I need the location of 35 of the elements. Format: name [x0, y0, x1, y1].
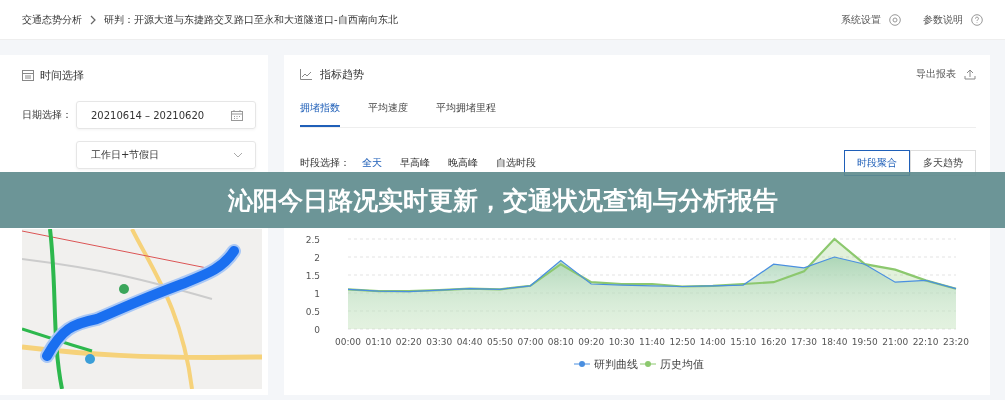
axis-tick-label: 12:50 [669, 337, 696, 347]
axis-tick-label: 19:50 [851, 337, 878, 347]
legend-label: 历史均值 [660, 358, 704, 371]
axis-tick-label: 00:00 [335, 337, 361, 347]
axis-tick-label: 07:00 [517, 337, 544, 347]
axis-tick-label: 1.5 [305, 271, 320, 281]
axis-tick-label: 04:40 [456, 337, 483, 347]
axis-tick-label: 2.5 [305, 235, 320, 245]
panel-title: 时间选择 [40, 67, 84, 83]
axis-tick-label: 15:10 [730, 337, 757, 347]
axis-tick-label: 09:20 [578, 337, 605, 347]
axis-tick-label: 18:40 [821, 337, 848, 347]
axis-tick-label: 03:30 [426, 337, 453, 347]
axis-tick-label: 01:10 [365, 337, 392, 347]
axis-tick-label: 21:00 [882, 337, 909, 347]
axis-tick-label: 23:20 [943, 337, 969, 347]
legend-label: 研判曲线 [594, 358, 638, 371]
axis-tick-label: 1 [314, 289, 320, 299]
axis-tick-label: 11:40 [639, 337, 665, 347]
axis-tick-label: 05:50 [487, 337, 513, 347]
axis-tick-label: 14:00 [699, 337, 726, 347]
axis-tick-label: 08:10 [547, 337, 574, 347]
axis-tick-label: 10:30 [608, 337, 635, 347]
breadcrumb-current: 研判：开源大道与东捷路交叉路口至永和大道隧道口-自西南向东北 [104, 12, 398, 27]
axis-tick-label: 22:10 [912, 337, 939, 347]
axis-tick-label: 02:20 [395, 337, 422, 347]
axis-tick-label: 0.5 [305, 307, 320, 317]
panel-title: 指标趋势 [320, 66, 364, 82]
title-banner: 沁阳今日路况实时更新，交通状况查询与分析报告 [0, 172, 1005, 228]
field-label: 日期选择： [22, 108, 73, 122]
axis-tick-label: 17:30 [791, 337, 817, 347]
axis-tick-label: 0 [314, 325, 320, 335]
axis-tick-label: 2 [314, 253, 320, 263]
period-label: 时段选择： [300, 156, 350, 170]
axis-tick-label: 16:20 [760, 337, 787, 347]
